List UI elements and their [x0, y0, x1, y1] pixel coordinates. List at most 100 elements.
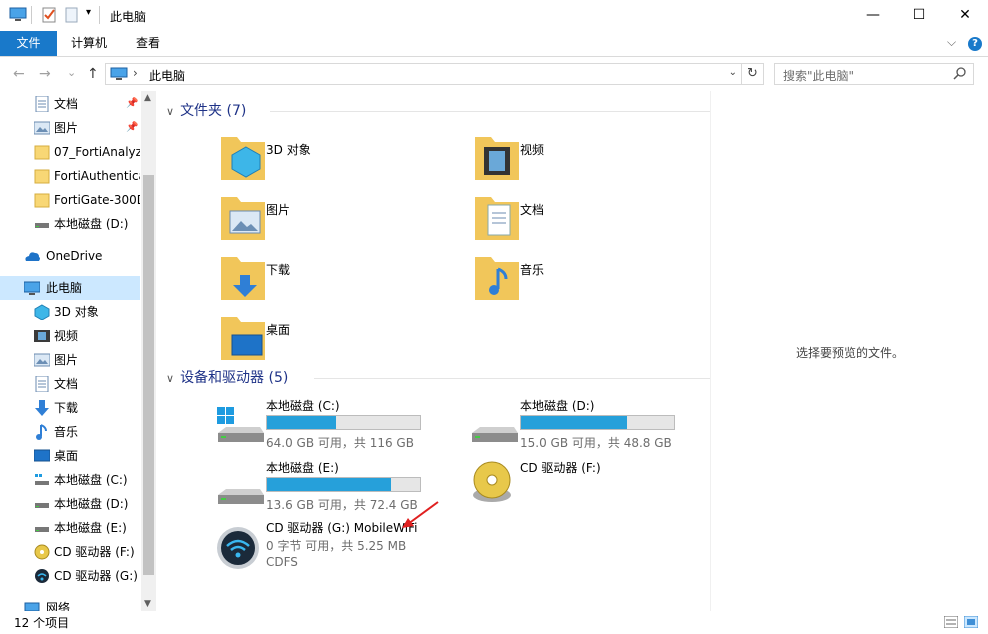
- address-bar[interactable]: › 此电脑 ⌄: [105, 63, 742, 85]
- search-box[interactable]: 搜索"此电脑": [774, 63, 974, 85]
- window-title: 此电脑: [110, 10, 147, 24]
- collapse-chevron-icon[interactable]: ∨: [166, 105, 174, 118]
- folder-label: 文档: [520, 203, 545, 217]
- folder-tile-music[interactable]: 音乐: [472, 253, 722, 309]
- sidebar-item-desktop[interactable]: 桌面: [0, 444, 140, 468]
- back-button[interactable]: ←: [13, 66, 25, 82]
- sidebar-item-label: CD 驱动器 (G:): [54, 569, 138, 583]
- folder-label: 3D 对象: [266, 143, 311, 157]
- folder-tile-desktop[interactable]: 桌面: [218, 313, 468, 369]
- sidebar-item-label: 文档: [54, 377, 79, 391]
- drive-filesystem: CDFS: [266, 555, 298, 569]
- large-icons-view-icon[interactable]: [964, 616, 978, 628]
- sidebar-item-downloads[interactable]: 下载: [0, 396, 140, 420]
- drive-tile-f[interactable]: CD 驱动器 (F:): [470, 461, 730, 521]
- group-title: 文件夹 (7): [180, 103, 247, 119]
- drive-icon: [472, 427, 518, 442]
- drive-icon: [35, 527, 49, 532]
- details-view-icon[interactable]: [944, 616, 958, 628]
- sidebar-item-folder[interactable]: 07_FortiAnalyze: [0, 140, 140, 164]
- minimize-button[interactable]: —: [850, 0, 896, 31]
- sidebar-item-label: OneDrive: [46, 249, 103, 263]
- sidebar-item-label: 本地磁盘 (E:): [54, 521, 127, 535]
- search-input[interactable]: 搜索"此电脑": [783, 67, 854, 84]
- new-folder-icon[interactable]: [65, 7, 79, 23]
- tab-computer[interactable]: 计算机: [57, 31, 121, 56]
- forward-button[interactable]: →: [39, 66, 51, 82]
- drive-tile-g[interactable]: CD 驱动器 (G:) MobileWiFi 0 字节 可用，共 5.25 MB…: [216, 519, 476, 595]
- drive-free-space: 0 字节 可用，共 5.25 MB: [266, 539, 407, 553]
- tab-file[interactable]: 文件: [0, 31, 57, 56]
- wifi-drive-icon: [217, 527, 259, 569]
- status-bar: 12 个项目: [0, 611, 988, 634]
- help-icon[interactable]: ?: [968, 37, 982, 51]
- drive-tile-d[interactable]: 本地磁盘 (D:) 15.0 GB 可用，共 48.8 GB: [470, 397, 730, 453]
- ribbon-tabs: 文件 计算机 查看 ⌵ ?: [0, 31, 988, 57]
- computer-icon: [110, 67, 128, 80]
- sidebar-item-this-pc[interactable]: 此电脑: [0, 276, 140, 300]
- folder-tile-videos[interactable]: 视频: [472, 133, 722, 189]
- drive-tile-c[interactable]: 本地磁盘 (C:) 64.0 GB 可用，共 116 GB: [216, 397, 476, 453]
- collapse-chevron-icon[interactable]: ∨: [166, 372, 174, 385]
- breadcrumb[interactable]: 此电脑: [149, 67, 185, 84]
- sidebar-item-cd-f[interactable]: CD 驱动器 (F:): [0, 540, 140, 564]
- tab-view[interactable]: 查看: [122, 31, 174, 56]
- scrollbar-thumb[interactable]: [143, 175, 154, 575]
- close-button[interactable]: ✕: [942, 0, 988, 31]
- sidebar-item-folder[interactable]: FortiAuthentica: [0, 164, 140, 188]
- navigation-bar: ← → ⌄ ↑ › 此电脑 ⌄ ↻ 搜索"此电脑": [0, 58, 988, 91]
- folder-tile-downloads[interactable]: 下载: [218, 253, 468, 309]
- properties-icon[interactable]: [42, 7, 57, 23]
- recent-locations-button[interactable]: ⌄: [67, 66, 76, 79]
- folder-label: 图片: [266, 203, 291, 217]
- sidebar-item-cd-g[interactable]: CD 驱动器 (G:): [0, 564, 140, 588]
- downloads-icon: [35, 400, 49, 416]
- sidebar-item-pictures[interactable]: 图片: [0, 348, 140, 372]
- sidebar-item-documents[interactable]: 文档: [0, 372, 140, 396]
- up-button[interactable]: ↑: [87, 66, 99, 82]
- folder-tile-3d-objects[interactable]: 3D 对象: [218, 133, 468, 189]
- music-icon: [36, 424, 47, 440]
- search-icon[interactable]: [953, 66, 967, 80]
- videos-icon: [34, 330, 50, 342]
- sidebar-item-label: 此电脑: [46, 281, 83, 295]
- sidebar-item-drive-e[interactable]: 本地磁盘 (E:): [0, 516, 140, 540]
- group-header-drives[interactable]: ∨ 设备和驱动器 (5): [166, 367, 710, 389]
- sidebar-item-drive-d[interactable]: 本地磁盘 (D:): [0, 492, 140, 516]
- scroll-down-icon[interactable]: ▼: [144, 599, 151, 609]
- sidebar-item-3d-objects[interactable]: 3D 对象: [0, 300, 140, 324]
- sidebar-item-label: 图片: [54, 121, 79, 135]
- breadcrumb-separator-icon[interactable]: ›: [133, 66, 138, 80]
- documents-icon: [35, 96, 49, 112]
- sidebar-item-label: 视频: [54, 329, 79, 343]
- computer-icon[interactable]: [9, 7, 27, 23]
- scroll-up-icon[interactable]: ▲: [144, 93, 151, 103]
- folder-label: 桌面: [266, 323, 291, 337]
- folder-tile-documents[interactable]: 文档: [472, 193, 722, 249]
- maximize-button[interactable]: ☐: [896, 0, 942, 31]
- ribbon-expand-icon[interactable]: ⌵: [947, 35, 956, 50]
- sidebar-item-pictures-quick[interactable]: 图片 📌: [0, 116, 140, 140]
- group-header-folders[interactable]: ∨ 文件夹 (7): [166, 100, 710, 122]
- sidebar-item-drive-c[interactable]: 本地磁盘 (C:): [0, 468, 140, 492]
- folder-icon: [34, 145, 50, 160]
- sidebar-item-folder[interactable]: FortiGate-300D: [0, 188, 140, 212]
- folder-icon: [34, 193, 50, 208]
- folder-label: 音乐: [520, 263, 545, 277]
- sidebar-item-videos[interactable]: 视频: [0, 324, 140, 348]
- sidebar-scrollbar[interactable]: ▲ ▼: [141, 91, 156, 611]
- sidebar-item-documents-quick[interactable]: 文档 📌: [0, 92, 140, 116]
- folder-label: 下载: [266, 263, 291, 277]
- sidebar-item-music[interactable]: 音乐: [0, 420, 140, 444]
- refresh-button[interactable]: ↻: [742, 63, 764, 85]
- sidebar-item-drive-d[interactable]: 本地磁盘 (D:): [0, 212, 140, 236]
- customize-toolbar-icon[interactable]: ▾: [86, 7, 91, 18]
- documents-folder-icon: [475, 197, 519, 240]
- sidebar-item-network[interactable]: 网络: [0, 596, 140, 611]
- address-dropdown-icon[interactable]: ⌄: [729, 67, 737, 78]
- downloads-folder-icon: [221, 257, 265, 300]
- pin-icon: 📌: [126, 122, 139, 133]
- drive-free-space: 13.6 GB 可用，共 72.4 GB: [266, 498, 418, 512]
- folder-tile-pictures[interactable]: 图片: [218, 193, 468, 249]
- sidebar-item-onedrive[interactable]: OneDrive: [0, 244, 140, 268]
